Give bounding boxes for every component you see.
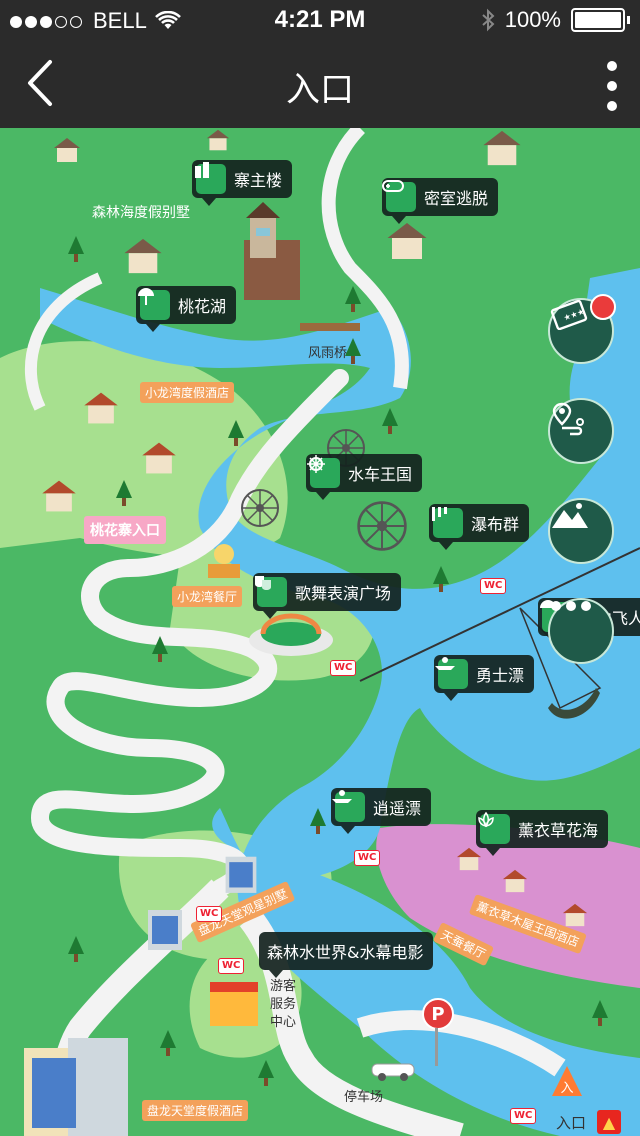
parking-sign-pole xyxy=(435,1028,438,1066)
tower-building-icon xyxy=(244,202,300,300)
ticket-icon: ★★★ xyxy=(550,300,588,330)
poi-xiaoyao-rafting[interactable]: 逍遥漂 xyxy=(331,788,432,834)
poi-taohuahu[interactable]: 桃花湖 xyxy=(136,286,237,332)
label-forest-villa: 森林海度假别墅 xyxy=(92,205,190,221)
tree-icon xyxy=(68,236,84,262)
bluetooth-icon xyxy=(482,8,495,32)
poi-waterwheel-kingdom[interactable]: 水车王国 xyxy=(306,454,423,500)
page-title: 入口 xyxy=(286,70,354,110)
beach-umbrella-icon xyxy=(138,288,170,320)
house-icon xyxy=(84,392,118,424)
car-icon xyxy=(371,1063,415,1081)
label-panlong-hotel: 盘龙天堂度假酒店 xyxy=(142,1100,249,1121)
tree-icon xyxy=(345,338,361,364)
label-parking: 停车场 xyxy=(344,1090,384,1105)
house-icon xyxy=(483,130,521,166)
house-icon xyxy=(387,223,427,259)
label-entrance[interactable]: 入口 xyxy=(556,1112,586,1133)
raft-icon xyxy=(435,657,468,689)
house-icon xyxy=(142,442,176,474)
tree-icon xyxy=(68,936,84,962)
theater-mask-icon xyxy=(255,576,287,607)
poi-label: 勇士漂 xyxy=(476,666,525,685)
label-xiaolongwan-hotel: 小龙湾度假酒店 xyxy=(140,382,235,403)
ship-wheel-icon xyxy=(307,455,340,488)
poi-label: 歌舞表演广场 xyxy=(295,584,392,603)
wc-badge: WC xyxy=(330,660,357,676)
waterwheel-icon xyxy=(241,489,279,527)
office-building-icon xyxy=(225,856,257,893)
parking-sign-icon: P xyxy=(422,998,454,1030)
label-taohuazhai-gate: 桃花寨入口 xyxy=(84,516,166,544)
poi-label: 密室逃脱 xyxy=(424,189,489,208)
tree-icon xyxy=(152,636,168,662)
scenery-button[interactable] xyxy=(548,498,614,564)
tree-icon xyxy=(433,566,449,592)
ticket-button[interactable]: ★★★ xyxy=(548,294,616,364)
more-dots-icon xyxy=(551,601,591,611)
route-icon xyxy=(552,402,584,436)
store-building-icon xyxy=(210,982,258,1026)
wc-badge: WC xyxy=(354,850,381,866)
mountain-icon xyxy=(552,503,588,528)
poi-waterfall[interactable]: 瀑布群 xyxy=(429,504,530,550)
poi-lavender-field[interactable]: 薰衣草花海 xyxy=(476,810,609,856)
building-icon xyxy=(195,162,226,194)
nav-bar: 入口 xyxy=(0,40,640,128)
poi-label: 寨主楼 xyxy=(234,171,283,190)
poi-zhaizhulou[interactable]: 寨主楼 xyxy=(192,160,293,206)
poi-brave-rafting[interactable]: 勇士漂 xyxy=(434,655,535,701)
tree-icon xyxy=(116,480,132,506)
poi-label: 桃花湖 xyxy=(178,297,227,316)
waterfall-icon xyxy=(432,507,463,538)
hotel-building-icon xyxy=(24,1038,128,1136)
house-icon xyxy=(206,129,230,151)
more-vertical-icon[interactable] xyxy=(598,58,626,114)
house-icon xyxy=(124,238,162,274)
tree-icon xyxy=(592,1000,608,1026)
tree-icon xyxy=(382,408,398,434)
wc-badge: WC xyxy=(196,906,223,922)
tree-icon xyxy=(310,808,326,834)
notification-badge xyxy=(590,294,616,320)
label-xiaolongwan-restaurant: 小龙湾餐厅 xyxy=(172,586,243,607)
poi-label: 森林水世界&水幕电影 xyxy=(267,943,424,962)
gamepad-icon xyxy=(382,180,416,212)
house-icon xyxy=(562,903,588,927)
wc-badge: WC xyxy=(480,578,507,594)
wc-badge: WC xyxy=(510,1108,537,1124)
tree-icon xyxy=(345,286,361,312)
waterwheel-icon xyxy=(357,501,407,551)
poi-forest-water-world[interactable]: 森林水世界&水幕电影 xyxy=(259,932,434,978)
more-options-button[interactable] xyxy=(548,598,614,664)
tree-icon xyxy=(228,420,244,446)
stadium-icon xyxy=(249,613,333,656)
battery-icon xyxy=(571,8,625,32)
poi-escape-room[interactable]: 密室逃脱 xyxy=(382,178,499,224)
tree-icon xyxy=(160,1030,176,1056)
status-bar: BELL 4:21 PM 100% xyxy=(0,0,640,40)
lotus-icon xyxy=(478,811,510,844)
poi-label: 瀑布群 xyxy=(471,515,520,534)
restaurant-icon xyxy=(208,544,240,578)
route-button[interactable] xyxy=(548,398,614,464)
house-icon xyxy=(54,138,80,162)
label-bridge: 风雨桥 xyxy=(308,346,348,361)
poi-label: 水车王国 xyxy=(348,465,413,484)
house-icon xyxy=(502,869,528,893)
poi-dance-plaza[interactable]: 歌舞表演广场 xyxy=(253,573,402,619)
tree-icon xyxy=(258,1060,274,1086)
park-map[interactable]: 寨主楼 密室逃脱 桃花湖 水车王国 瀑布群 歌舞表演广场 空中飞人 勇士漂 逍遥… xyxy=(0,128,640,1136)
poi-label: 薰衣草花海 xyxy=(518,821,599,840)
house-icon xyxy=(42,480,76,512)
raft-icon xyxy=(332,790,365,822)
entrance-arrow-icon[interactable]: ▲ xyxy=(597,1110,621,1134)
battery-percent: 100% xyxy=(504,7,561,32)
wc-badge: WC xyxy=(218,958,245,974)
poi-label: 逍遥漂 xyxy=(373,799,422,818)
house-icon xyxy=(456,847,482,871)
office-building-icon xyxy=(148,910,182,950)
label-visitor-center: 游客服务中心 xyxy=(270,979,297,1030)
